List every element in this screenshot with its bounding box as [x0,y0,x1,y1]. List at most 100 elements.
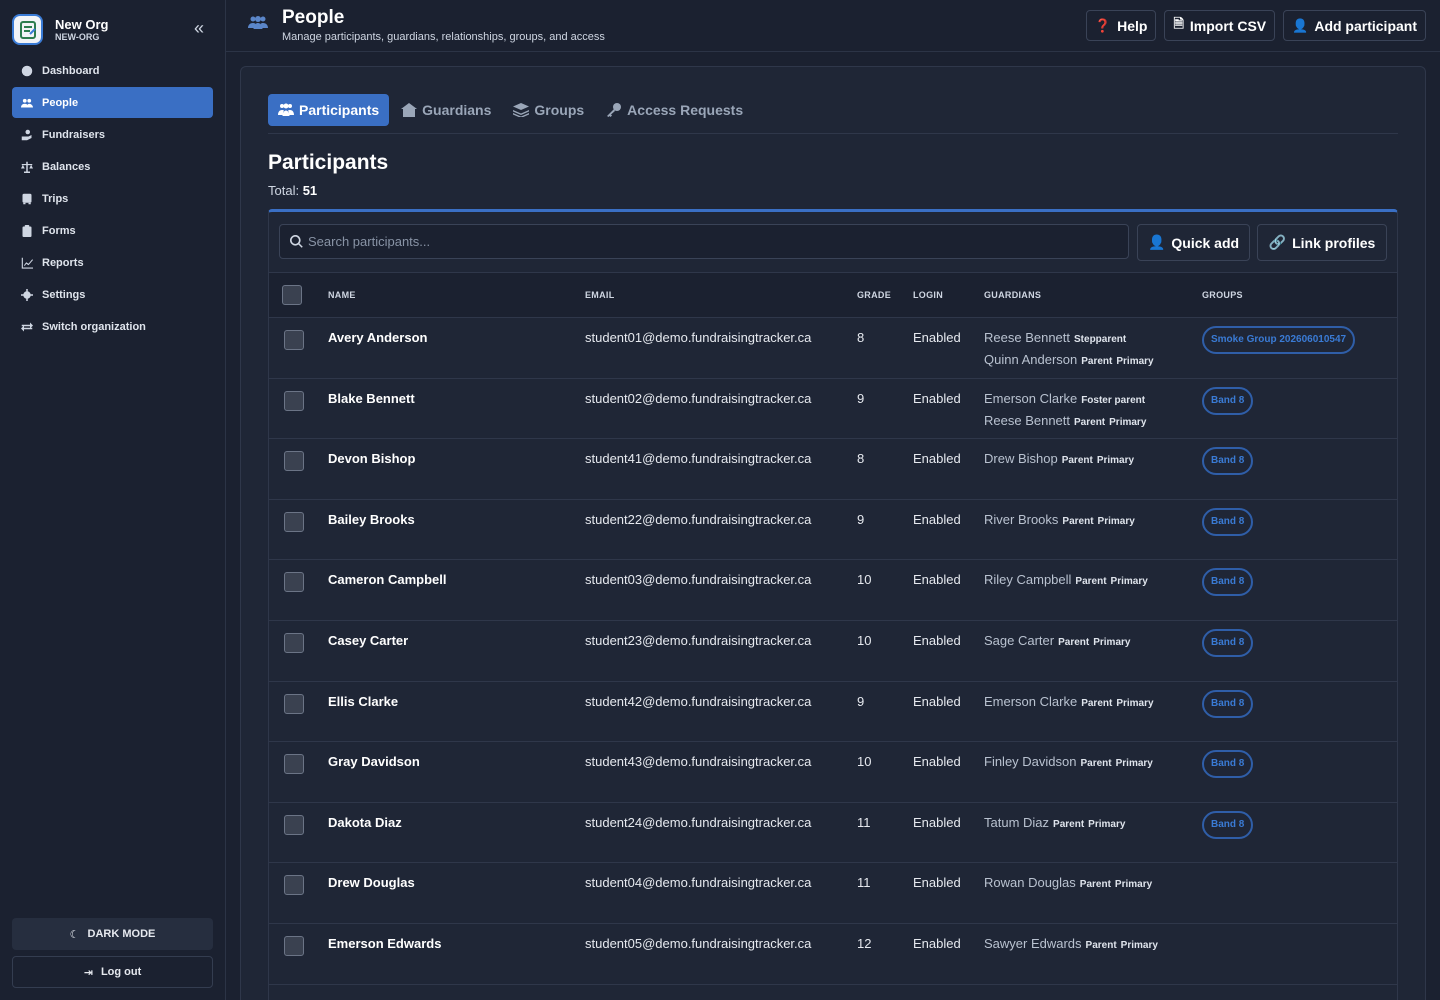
participant-login-status: Enabled [913,330,961,345]
participant-name[interactable]: Cameron Campbell [328,572,446,587]
column-header-name[interactable]: NAME [328,290,356,300]
row-checkbox[interactable] [284,693,304,714]
search-input[interactable] [308,234,1108,249]
sidebar-item-balances[interactable]: Balances [12,151,213,182]
guardian-relationship: Parent [1062,515,1094,527]
table-row[interactable]: Devon Bishop student41@demo.fundraisingt… [269,439,1397,500]
row-checkbox[interactable] [284,935,304,956]
guardian-name[interactable]: Reese Bennett [984,413,1070,428]
table-row[interactable]: Blake Bennett student02@demo.fundraising… [269,379,1397,440]
column-header-email[interactable]: EMAIL [585,290,615,300]
guardian-name[interactable]: Emerson Clarke [984,694,1077,709]
row-checkbox[interactable] [284,451,304,472]
row-checkbox[interactable] [284,511,304,532]
participant-name[interactable]: Blake Bennett [328,391,415,406]
row-checkbox[interactable] [284,330,304,350]
sidebar-item-people[interactable]: People [12,87,213,118]
participant-name[interactable]: Drew Douglas [328,875,415,890]
tab-guardians[interactable]: Guardians [391,94,501,126]
select-all-checkbox[interactable] [282,285,302,305]
row-checkbox[interactable] [284,572,304,593]
table-row[interactable]: Ellis Clarke student42@demo.fundraisingt… [269,682,1397,743]
sidebar-item-forms[interactable]: Forms [12,215,213,246]
swap-arrows-icon [20,320,34,334]
row-checkbox[interactable] [284,814,304,835]
guardian-name[interactable]: Drew Bishop [984,451,1058,466]
guardian-name[interactable]: River Brooks [984,512,1058,527]
table-row[interactable]: Emerson Edwards student05@demo.fundraisi… [269,924,1397,985]
group-pill[interactable]: Smoke Group 202606010547 [1202,326,1356,354]
import-csv-button[interactable]: 🗎 Import CSV [1164,10,1276,41]
sidebar-nav: Dashboard People Fundraisers Balances Tr… [12,55,213,343]
group-pill[interactable]: Band 8 [1202,628,1254,657]
table-row[interactable]: Casey Carter student23@demo.fundraisingt… [269,621,1397,682]
row-checkbox[interactable] [284,754,304,775]
row-checkbox[interactable] [284,632,304,653]
org-slug: NEW-ORG [55,31,100,42]
group-pill[interactable]: Band 8 [1202,689,1254,718]
dark-mode-button[interactable]: ☾ DARK MODE [12,918,213,950]
participant-groups: Band 8 [1202,447,1254,476]
column-header-guardians[interactable]: GUARDIANS [984,290,1041,300]
guardian-relationship: Parent [1075,576,1107,588]
guardian-entry: Reese Bennett Parent Primary [984,413,1149,435]
column-header-groups[interactable]: GROUPS [1202,290,1243,300]
table-row[interactable]: Cameron Campbell student03@demo.fundrais… [269,560,1397,621]
search-box[interactable] [279,224,1129,259]
tab-access-requests[interactable]: Access Requests [596,94,753,126]
tab-groups[interactable]: Groups [503,94,594,126]
guardian-name[interactable]: Tatum Diaz [984,815,1049,830]
guardian-name[interactable]: Rowan Douglas [984,875,1076,890]
guardian-name[interactable]: Reese Bennett [984,330,1070,345]
participant-name[interactable]: Devon Bishop [328,451,415,466]
org-brand[interactable]: New Org NEW-ORG [12,14,108,45]
participant-login-status: Enabled [913,935,961,951]
participants-table-panel: 👤 Quick add 🔗 Link profiles NAME EMAIL G… [268,209,1398,1000]
guardian-name[interactable]: Sage Carter [984,633,1054,648]
table-row[interactable]: Drew Douglas student04@demo.fundraisingt… [269,863,1397,924]
participant-name[interactable]: Gray Davidson [328,754,420,769]
group-pill[interactable]: Band 8 [1202,750,1254,779]
participant-guardians: Emerson Clarke Foster parent Reese Bennet… [984,391,1149,435]
logout-button[interactable]: ⇥ Log out [12,956,213,988]
sidebar-item-settings[interactable]: Settings [12,279,213,310]
group-pill[interactable]: Band 8 [1202,507,1254,536]
group-pill[interactable]: Band 8 [1202,568,1254,597]
column-header-login[interactable]: LOGIN [913,290,943,300]
participant-name[interactable]: Casey Carter [328,633,408,648]
participant-name[interactable]: Avery Anderson [328,330,427,345]
sidebar-item-reports[interactable]: Reports [12,247,213,278]
guardian-name[interactable]: Sawyer Edwards [984,936,1082,951]
guardian-name[interactable]: Finley Davidson [984,754,1077,769]
participant-name[interactable]: Bailey Brooks [328,512,415,527]
group-pill[interactable]: Band 8 [1202,810,1254,839]
collapse-sidebar-icon[interactable]: « [190,18,208,38]
table-row[interactable]: Gray Davidson student43@demo.fundraising… [269,742,1397,803]
row-checkbox[interactable] [284,875,304,896]
sidebar-item-switch-organization[interactable]: Switch organization [12,311,213,342]
sidebar-item-trips[interactable]: Trips [12,183,213,214]
participant-name[interactable]: Dakota Diaz [328,815,402,830]
participant-name[interactable]: Emerson Edwards [328,936,441,951]
table-row[interactable]: Avery Anderson student01@demo.fundraisin… [269,318,1397,379]
guardian-name[interactable]: Emerson Clarke [984,391,1077,406]
quick-add-button[interactable]: 👤 Quick add [1137,224,1250,261]
tab-participants[interactable]: Participants [268,94,390,126]
table-row[interactable]: Bailey Brooks student22@demo.fundraising… [269,500,1397,561]
guardian-name[interactable]: Riley Campbell [984,572,1071,587]
moon-icon: ☾ [69,928,80,941]
group-pill[interactable]: Band 8 [1202,447,1254,476]
column-header-grade[interactable]: GRADE [857,290,891,300]
guardian-name[interactable]: Quinn Anderson [984,352,1077,367]
link-profiles-button[interactable]: 🔗 Link profiles [1257,224,1387,261]
add-participant-button[interactable]: 👤 Add participant [1283,10,1426,41]
sidebar-item-dashboard[interactable]: Dashboard [12,55,213,86]
row-checkbox[interactable] [284,390,304,411]
hand-coin-icon [20,128,34,142]
help-button[interactable]: ❓ Help [1085,10,1157,41]
sidebar-item-fundraisers[interactable]: Fundraisers [12,119,213,150]
participant-name[interactable]: Ellis Clarke [328,694,398,709]
group-pill[interactable]: Band 8 [1202,386,1254,415]
table-row[interactable]: Dakota Diaz student24@demo.fundraisingtr… [269,803,1397,864]
guardian-primary-badge: Primary [1120,939,1158,951]
